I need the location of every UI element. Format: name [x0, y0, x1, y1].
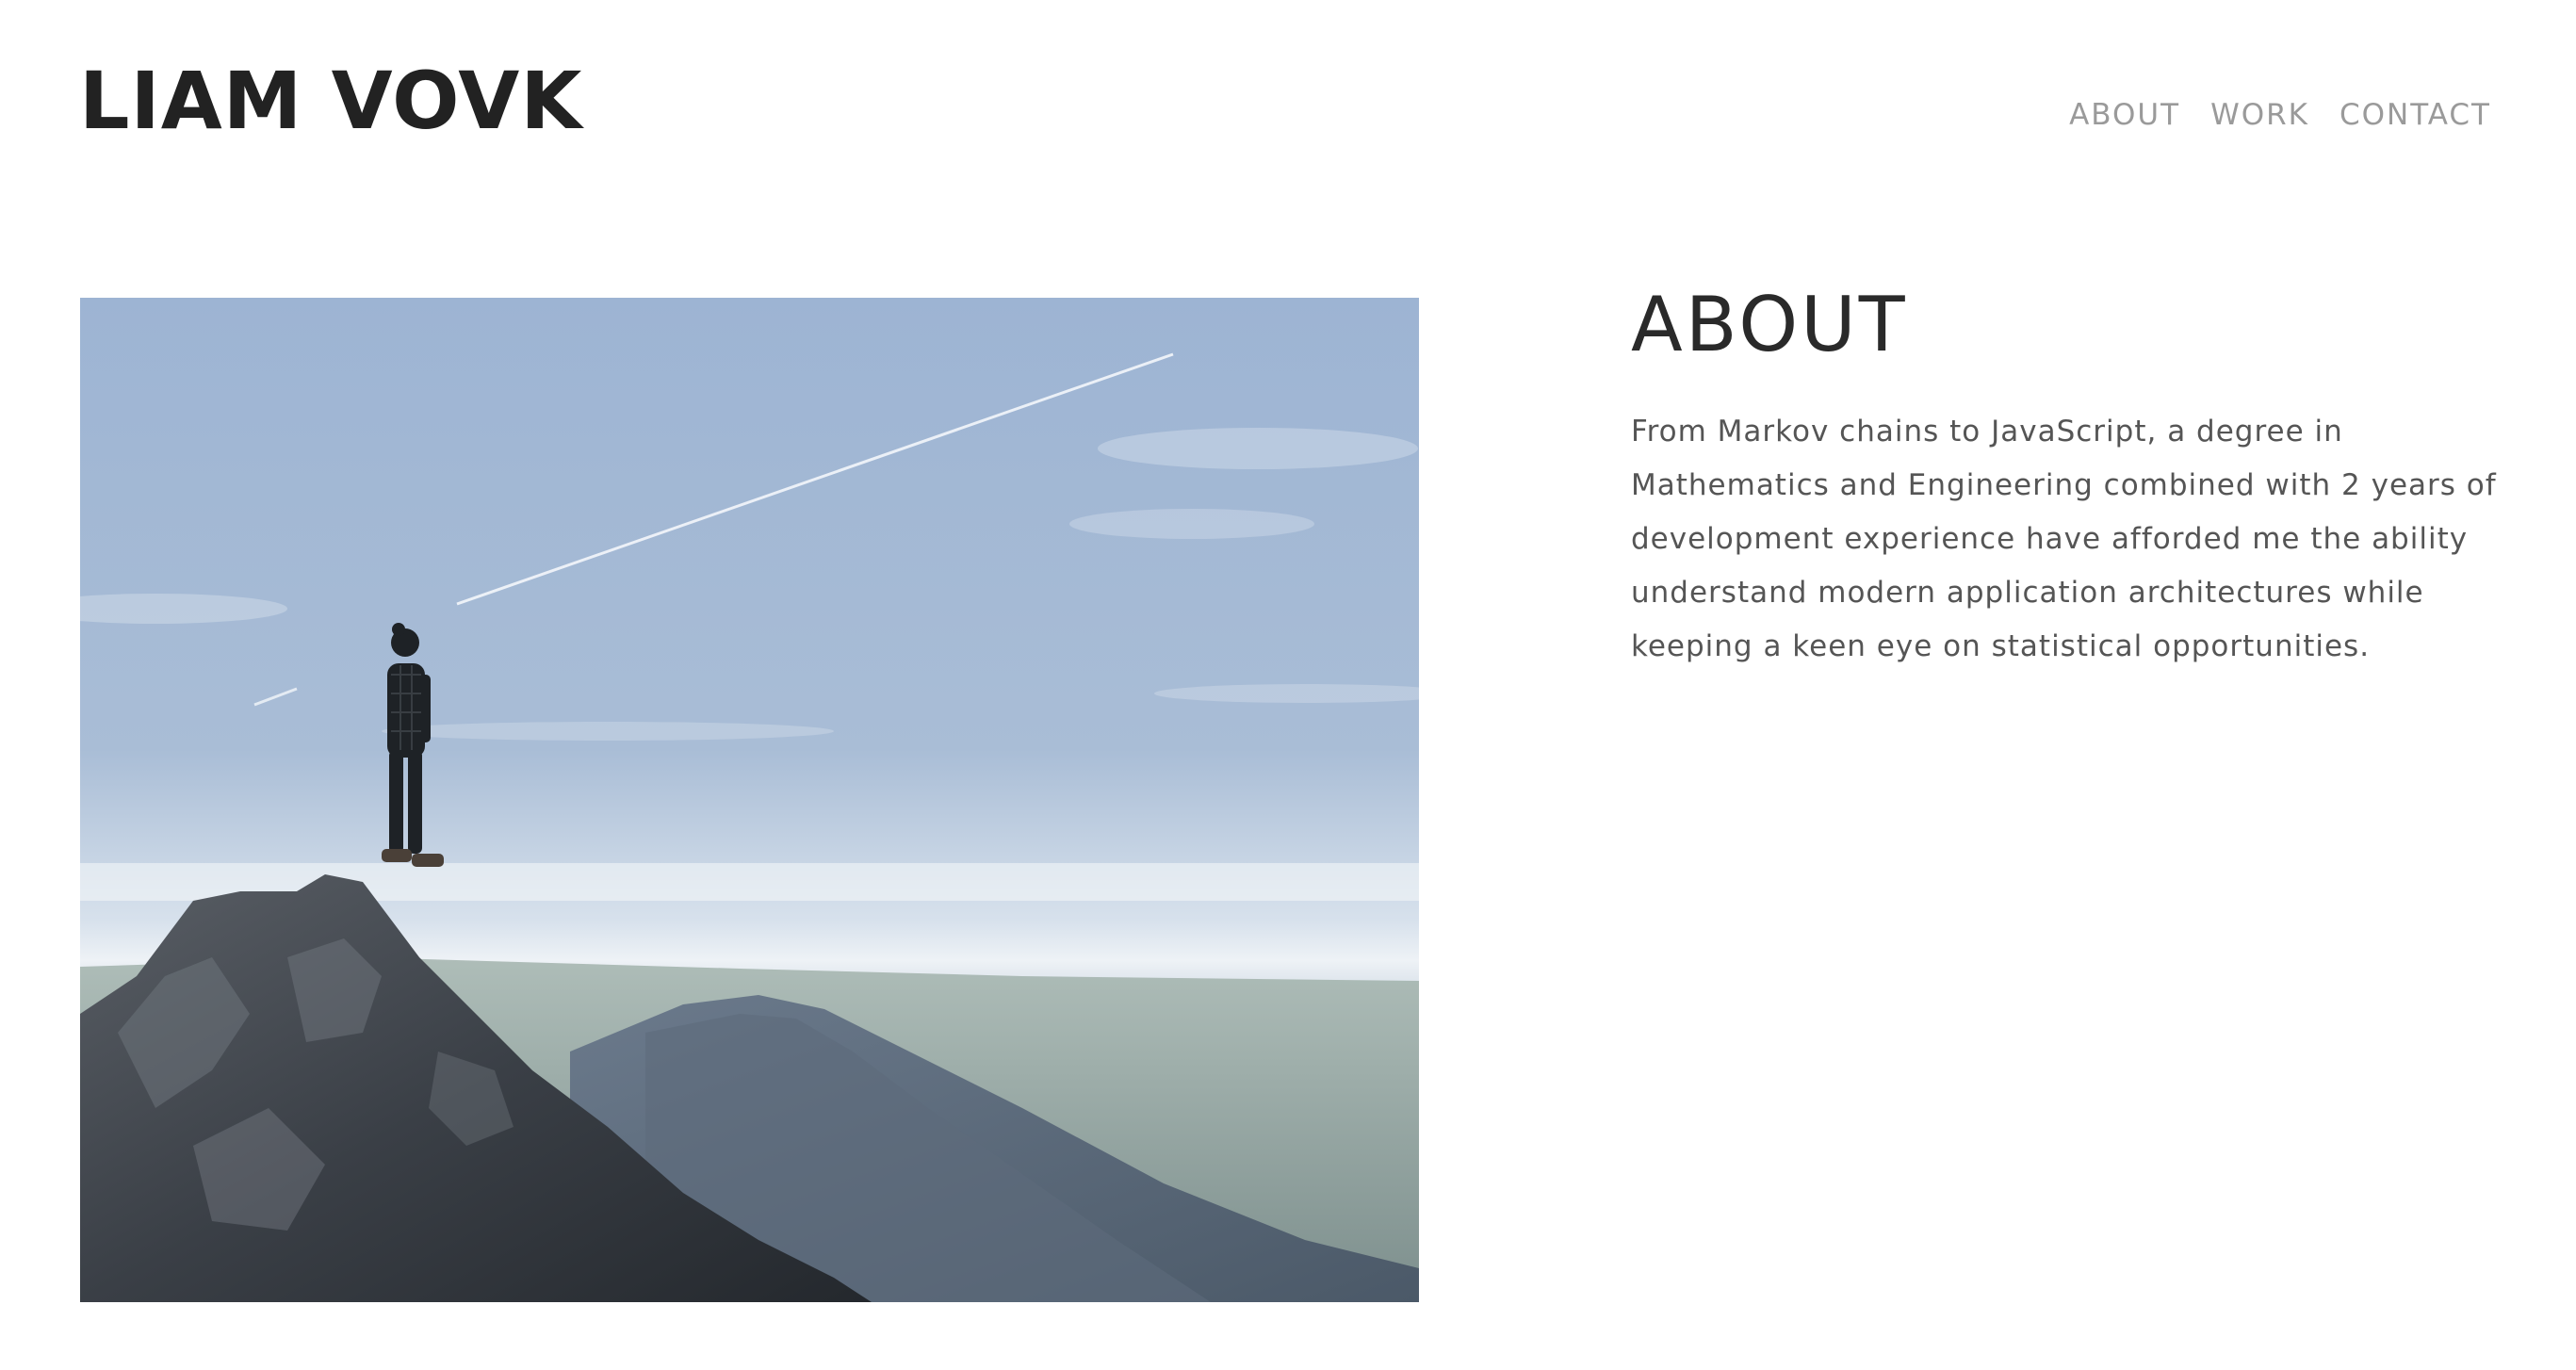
about-section: ABOUT From Markov chains to JavaScript, … — [1631, 273, 2498, 674]
nav-link-about[interactable]: ABOUT — [2069, 94, 2180, 136]
about-heading: ABOUT — [1631, 281, 1908, 368]
site-header: LIAM VOVK ABOUT WORK CONTACT — [0, 0, 2576, 207]
nav-link-contact[interactable]: CONTACT — [2340, 94, 2491, 136]
main-nav: ABOUT WORK CONTACT — [2069, 94, 2491, 136]
site-logo[interactable]: LIAM VOVK — [79, 49, 582, 153]
hero-photo — [80, 298, 1419, 1302]
nav-link-work[interactable]: WORK — [2210, 94, 2309, 136]
about-description: From Markov chains to JavaScript, a degr… — [1631, 415, 2497, 663]
